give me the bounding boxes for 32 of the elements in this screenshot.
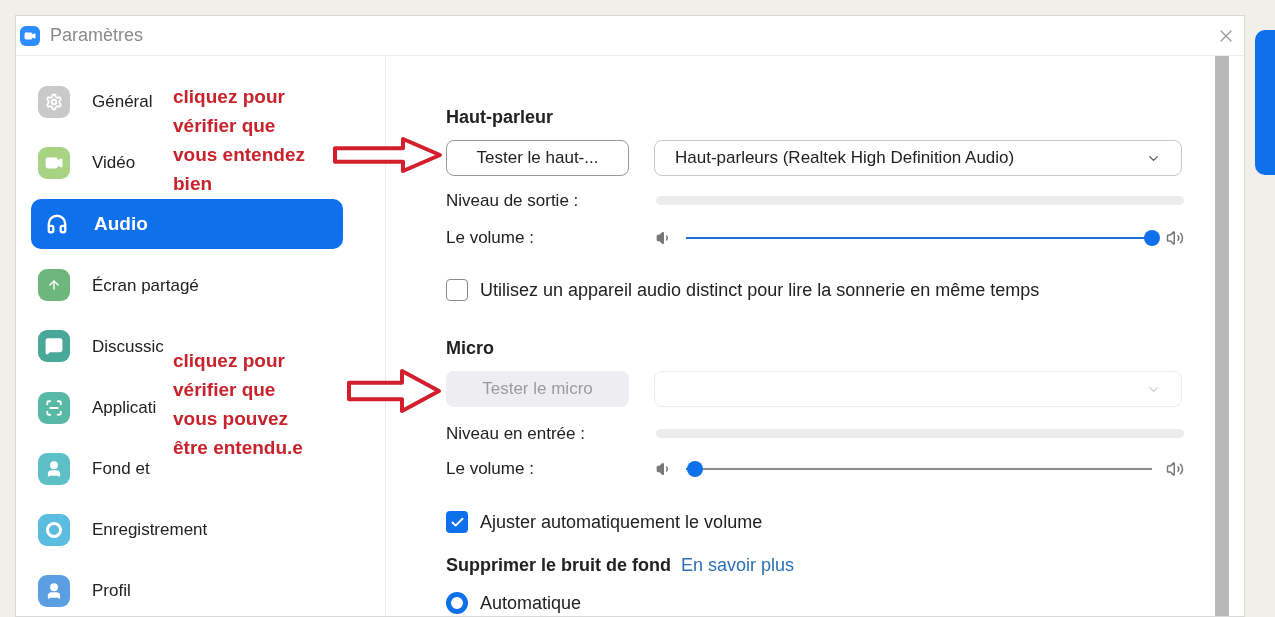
annotation-text: cliquez pour vérifier que vous entendez bien xyxy=(173,85,305,196)
app-logo-icon xyxy=(20,25,40,46)
sidebar-item[interactable]: Vidéo xyxy=(38,146,136,180)
section-heading: Haut-parleur xyxy=(446,106,554,128)
checkbox[interactable] xyxy=(446,279,468,301)
field-label: Niveau de sortie : xyxy=(446,189,580,212)
sidebar-item[interactable]: Fond et xyxy=(38,451,150,486)
speaker-loud-icon xyxy=(1166,460,1184,478)
speaker-loud-icon xyxy=(1166,229,1184,247)
checkbox[interactable] xyxy=(446,511,468,533)
section-heading: Micro xyxy=(446,337,495,359)
device-dropdown[interactable]: Haut-parleurs (Realtek High Definition Audio) xyxy=(654,140,1182,176)
sidebar-item[interactable]: Profil xyxy=(38,574,131,609)
field-label: Le volume : xyxy=(446,458,535,481)
sidebar-item[interactable]: Discussic xyxy=(38,329,164,364)
scrollbar[interactable] xyxy=(1215,56,1229,616)
learn-more-link[interactable]: En savoir plus xyxy=(681,551,795,579)
checkbox-label: Utilisez un appareil audio distinct pour lire la sonnerie en même temps xyxy=(480,278,1040,302)
checkbox-label: Ajuster automatiquement le volume xyxy=(480,510,763,534)
section-heading: Supprimer le bruit de fond xyxy=(446,553,671,577)
sidebar-item[interactable]: Applicati xyxy=(38,390,157,425)
sidebar-item[interactable]: Écran partagé xyxy=(38,268,199,303)
sidebar-item[interactable]: Audio xyxy=(31,199,343,249)
window-title: Paramètres xyxy=(50,24,144,47)
sidebar-item[interactable]: Général xyxy=(38,85,153,119)
test-button[interactable]: Tester le haut-... xyxy=(446,140,629,176)
field-label: Le volume : xyxy=(446,227,535,250)
field-label: Niveau en entrée : xyxy=(446,422,586,445)
sidebar-item[interactable]: Enregistrement xyxy=(38,513,208,547)
annotation-text: cliquez pour vérifier que vous pouvez être entendu.e xyxy=(173,349,303,460)
radio-label: Automatique xyxy=(480,591,582,615)
radio-button[interactable] xyxy=(446,592,468,614)
